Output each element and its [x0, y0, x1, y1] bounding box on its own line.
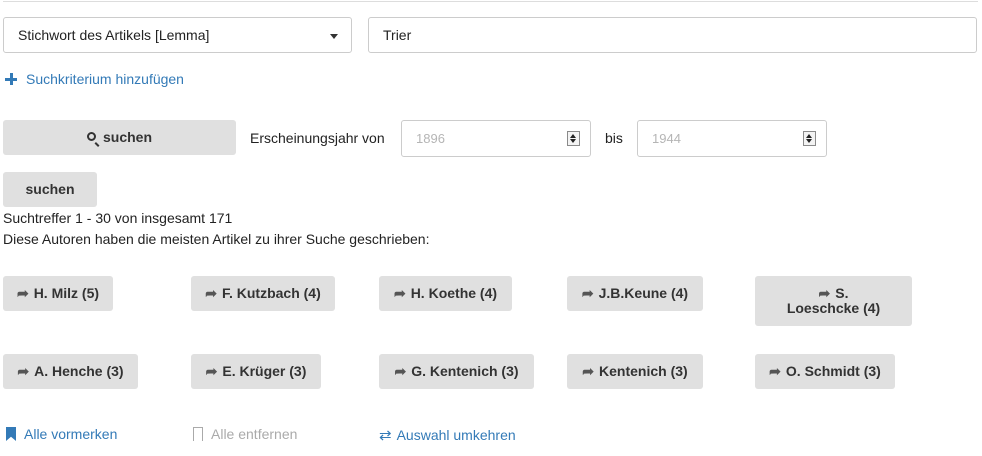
- author-button[interactable]: ➦ F. Kutzbach (4): [191, 276, 335, 311]
- year-from-label: Erscheinungsjahr von: [250, 130, 385, 146]
- author-button[interactable]: ➦ H. Koethe (4): [379, 276, 512, 311]
- plus-icon: [5, 73, 17, 85]
- bookmark-icon: [6, 427, 16, 441]
- author-button[interactable]: ➦ Kentenich (3): [567, 354, 703, 389]
- spin-up-icon[interactable]: [570, 134, 576, 138]
- author-button[interactable]: ➦ E. Krüger (3): [191, 354, 321, 389]
- author-label: A. Henche (3): [34, 363, 124, 379]
- search-button[interactable]: suchen: [3, 120, 236, 155]
- share-arrow-icon: ➦: [581, 285, 594, 301]
- share-arrow-icon: ➦: [16, 285, 29, 301]
- caret-down-icon: [330, 34, 338, 39]
- search-button-label: suchen: [102, 129, 152, 145]
- search-button-secondary[interactable]: suchen: [3, 172, 97, 207]
- author-button[interactable]: ➦ G. Kentenich (3): [379, 354, 534, 389]
- add-criterion-label: Suchkriterium hinzufügen: [26, 71, 184, 87]
- author-button[interactable]: ➦ O. Schmidt (3): [755, 354, 895, 389]
- author-button[interactable]: ➦ A. Henche (3): [3, 354, 138, 389]
- invert-selection-label: Auswahl umkehren: [396, 427, 516, 443]
- author-label: J.B.Keune (4): [598, 285, 689, 301]
- year-to-label: bis: [605, 130, 623, 146]
- year-from-input[interactable]: [416, 131, 546, 146]
- top-divider: [3, 1, 978, 2]
- year-to-field[interactable]: [637, 120, 827, 157]
- result-count: Suchtreffer 1 - 30 von insgesamt 171: [3, 210, 233, 226]
- mark-all-label: Alle vormerken: [24, 426, 118, 442]
- share-arrow-icon: ➦: [205, 363, 218, 379]
- year-from-spinner[interactable]: [567, 131, 580, 146]
- share-arrow-icon: ➦: [394, 363, 407, 379]
- spin-down-icon[interactable]: [570, 139, 576, 143]
- search-icon: [86, 132, 96, 141]
- author-label: O. Schmidt (3): [785, 363, 881, 379]
- share-arrow-icon: ➦: [769, 363, 781, 379]
- swap-arrows-icon: ⇄: [379, 427, 392, 444]
- author-button[interactable]: ➦ S. Loeschcke (4): [755, 276, 912, 326]
- share-arrow-icon: ➦: [205, 285, 217, 301]
- add-criterion-link[interactable]: Suchkriterium hinzufügen: [5, 71, 184, 87]
- invert-selection-link[interactable]: ⇄ Auswahl umkehren: [379, 426, 516, 444]
- search-button-secondary-label: suchen: [25, 181, 75, 197]
- share-arrow-icon: ➦: [393, 285, 406, 301]
- search-field-select[interactable]: Stichwort des Artikels [Lemma]: [3, 17, 352, 53]
- author-label: H. Koethe (4): [410, 285, 498, 301]
- author-label: Kentenich (3): [599, 363, 688, 379]
- author-label: G. Kentenich (3): [411, 363, 519, 379]
- author-label: F. Kutzbach (4): [221, 285, 321, 301]
- year-from-field[interactable]: [401, 120, 591, 157]
- mark-all-link[interactable]: Alle vormerken: [6, 426, 117, 442]
- share-arrow-icon: ➦: [582, 363, 595, 379]
- share-arrow-icon: ➦: [17, 363, 30, 379]
- author-button[interactable]: ➦ J.B.Keune (4): [567, 276, 703, 311]
- spin-up-icon[interactable]: [806, 134, 812, 138]
- remove-all-link[interactable]: Alle entfernen: [193, 426, 297, 442]
- bookmark-outline-icon: [193, 427, 203, 441]
- year-to-spinner[interactable]: [803, 131, 816, 146]
- share-arrow-icon: ➦: [818, 285, 831, 301]
- remove-all-label: Alle entfernen: [211, 426, 298, 442]
- author-button[interactable]: ➦ H. Milz (5): [3, 276, 113, 311]
- spin-down-icon[interactable]: [806, 139, 812, 143]
- authors-heading: Diese Autoren haben die meisten Artikel …: [3, 231, 430, 247]
- author-label: E. Krüger (3): [222, 363, 307, 379]
- search-query-input[interactable]: [368, 17, 977, 53]
- author-label: H. Milz (5): [33, 285, 100, 301]
- author-label: S. Loeschcke (4): [786, 285, 881, 316]
- search-field-select-value: Stichwort des Artikels [Lemma]: [18, 27, 210, 43]
- year-to-input[interactable]: [652, 131, 782, 146]
